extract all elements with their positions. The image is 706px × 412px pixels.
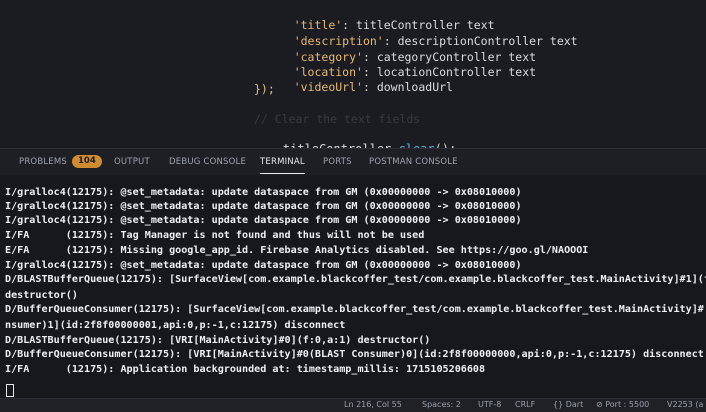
terminal-line: D/BLASTBufferQueue(12175): [VRI[MainActi… [5, 335, 431, 346]
code-line-videourl: 'videoUrl': downloadUrl [293, 80, 453, 94]
terminal-line: I/gralloc4(12175): @set_metadata: update… [5, 260, 522, 271]
terminal-line: I/gralloc4(12175): @set_metadata: update… [5, 215, 522, 226]
terminal-line: I/gralloc4(12175): @set_metadata: update… [5, 201, 522, 212]
version-indicator[interactable]: V2253 (a [667, 400, 703, 409]
eol-setting[interactable]: CRLF [515, 400, 535, 409]
panel-tab-bar: PROBLEMS 104 OUTPUT DEBUG CONSOLE TERMIN… [0, 148, 706, 175]
language-mode[interactable]: {} Dart [553, 400, 583, 409]
tab-postman-console[interactable]: POSTMAN CONSOLE [369, 157, 458, 167]
code-editor[interactable]: 'title': titleController text 'descripti… [0, 0, 706, 156]
terminal-line: D/BLASTBufferQueue(12175): [SurfaceView[… [5, 274, 706, 285]
status-bar: Ln 216, Col 55 Spaces: 2 UTF-8 CRLF {} D… [0, 398, 706, 412]
code-comment: // Clear the text fields [254, 112, 421, 126]
terminal-line: E/FA (12175): Missing google_app_id. Fir… [5, 245, 589, 256]
indentation-setting[interactable]: Spaces: 2 [422, 400, 461, 409]
tab-problems[interactable]: PROBLEMS [19, 157, 67, 167]
tab-debug-console[interactable]: DEBUG CONSOLE [169, 157, 246, 167]
terminal-line: D/BufferQueueConsumer(12175): [VRI[MainA… [5, 349, 704, 360]
tab-terminal[interactable]: TERMINAL [260, 157, 305, 174]
tab-ports[interactable]: PORTS [323, 157, 352, 167]
terminal-line: I/FA (12175): Tag Manager is not found a… [5, 230, 425, 241]
terminal-output[interactable]: I/gralloc4(12175): @set_metadata: update… [0, 176, 706, 398]
code-closing-brace: }); [254, 82, 275, 96]
terminal-cursor [6, 384, 14, 397]
port-label: Port : 5500 [605, 400, 650, 409]
language-label: Dart [565, 400, 584, 409]
braces-icon: {} [553, 400, 564, 409]
terminal-line: D/BufferQueueConsumer(12175): [SurfaceVi… [5, 304, 704, 315]
cursor-position[interactable]: Ln 216, Col 55 [344, 400, 402, 409]
terminal-line: destructor() [5, 290, 78, 301]
encoding-setting[interactable]: UTF-8 [478, 400, 501, 409]
terminal-line: I/gralloc4(12175): @set_metadata: update… [5, 187, 522, 198]
tab-output[interactable]: OUTPUT [114, 157, 150, 167]
terminal-line: nsumer)1](id:2f8f00000001,api:0,p:-1,c:1… [5, 320, 346, 331]
live-server-port[interactable]: ⊘ Port : 5500 [596, 400, 649, 409]
terminal-line: I/FA (12175): Application backgrounded a… [5, 364, 486, 375]
broadcast-icon: ⊘ [596, 400, 603, 409]
problems-count-badge: 104 [72, 155, 102, 168]
